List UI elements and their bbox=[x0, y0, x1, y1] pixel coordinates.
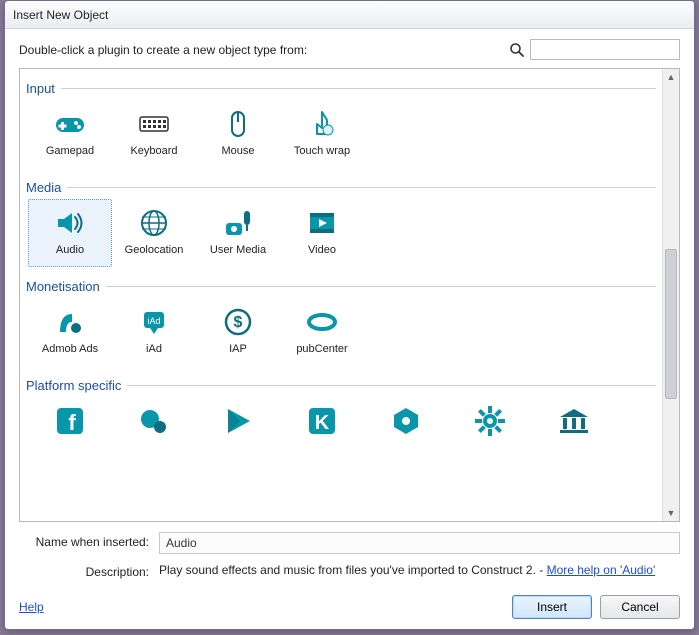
plugin-item[interactable]: K bbox=[280, 397, 364, 465]
category-header[interactable]: Media bbox=[26, 180, 656, 195]
video-icon bbox=[303, 204, 341, 242]
plugin-item[interactable]: Audio bbox=[28, 199, 112, 267]
plugin-label: Audio bbox=[56, 244, 84, 256]
plugin-item[interactable]: Admob Ads bbox=[28, 298, 112, 366]
top-row: Double-click a plugin to create a new ob… bbox=[19, 39, 680, 60]
form-area: Name when inserted: Description: Play so… bbox=[19, 532, 680, 579]
bank-icon bbox=[555, 402, 593, 440]
keyboard-icon bbox=[135, 105, 173, 143]
plugin-item[interactable]: f bbox=[28, 397, 112, 465]
plugin-list-panel: Input Gamepad Keyboard Mouse Touch wrap Media… bbox=[19, 68, 680, 522]
plugin-label: Mouse bbox=[221, 145, 254, 157]
dialog-footer: Help Insert Cancel bbox=[5, 587, 694, 629]
mouse-icon bbox=[219, 105, 257, 143]
category-items: Admob Ads iAd iAd $ IAP pubCenter bbox=[26, 298, 656, 372]
category-items: fK bbox=[26, 397, 656, 471]
svg-text:$: $ bbox=[234, 314, 243, 331]
plugin-label: Geolocation bbox=[125, 244, 184, 256]
gamepad-icon bbox=[51, 105, 89, 143]
svg-text:K: K bbox=[315, 412, 330, 434]
scroll-down-icon[interactable]: ▼ bbox=[663, 505, 679, 521]
play-icon bbox=[219, 402, 257, 440]
plugin-label: Video bbox=[308, 244, 336, 256]
iad-icon: iAd bbox=[135, 303, 173, 341]
search-icon[interactable] bbox=[508, 41, 526, 59]
plugin-item[interactable]: Video bbox=[280, 199, 364, 267]
plugin-label: pubCenter bbox=[296, 343, 347, 355]
facebook-icon: f bbox=[51, 402, 89, 440]
titlebar[interactable]: Insert New Object bbox=[5, 1, 694, 29]
category-title: Monetisation bbox=[26, 279, 100, 294]
dialog-window: Insert New Object Double-click a plugin … bbox=[4, 0, 695, 630]
description-body: Play sound effects and music from files … bbox=[159, 563, 547, 577]
plugin-item[interactable]: $ IAP bbox=[196, 298, 280, 366]
search-input[interactable] bbox=[530, 39, 680, 60]
category-items: Gamepad Keyboard Mouse Touch wrap bbox=[26, 100, 656, 174]
pubcenter-icon bbox=[303, 303, 341, 341]
instruction-text: Double-click a plugin to create a new ob… bbox=[19, 43, 508, 57]
plugin-item[interactable] bbox=[448, 397, 532, 465]
plugin-item[interactable]: Mouse bbox=[196, 100, 280, 168]
plugin-label: Keyboard bbox=[130, 145, 177, 157]
category-title: Media bbox=[26, 180, 61, 195]
plugin-item[interactable] bbox=[364, 397, 448, 465]
name-label: Name when inserted: bbox=[19, 532, 159, 549]
plugin-item[interactable]: User Media bbox=[196, 199, 280, 267]
plugin-item[interactable] bbox=[112, 397, 196, 465]
category-title: Platform specific bbox=[26, 378, 121, 393]
category-header[interactable]: Monetisation bbox=[26, 279, 656, 294]
scrollbar-vertical[interactable]: ▲ ▼ bbox=[662, 69, 679, 521]
admob-icon bbox=[51, 303, 89, 341]
scrollbar-thumb[interactable] bbox=[665, 249, 677, 399]
plugin-item[interactable]: Gamepad bbox=[28, 100, 112, 168]
plugin-label: IAP bbox=[229, 343, 247, 355]
plugin-item[interactable]: Touch wrap bbox=[280, 100, 364, 168]
usermedia-icon bbox=[219, 204, 257, 242]
iap-icon: $ bbox=[219, 303, 257, 341]
name-input[interactable] bbox=[159, 532, 680, 554]
description-text: Play sound effects and music from files … bbox=[159, 562, 680, 579]
plugin-label: Gamepad bbox=[46, 145, 94, 157]
plugin-item[interactable] bbox=[532, 397, 616, 465]
geolocation-icon bbox=[135, 204, 173, 242]
plugin-item[interactable]: Keyboard bbox=[112, 100, 196, 168]
audio-icon bbox=[51, 204, 89, 242]
plugin-scroll-area[interactable]: Input Gamepad Keyboard Mouse Touch wrap Media… bbox=[20, 69, 662, 521]
insert-button[interactable]: Insert bbox=[512, 595, 592, 619]
plugin-label: Admob Ads bbox=[42, 343, 98, 355]
window-title: Insert New Object bbox=[13, 8, 108, 22]
plugin-item[interactable] bbox=[196, 397, 280, 465]
cancel-button[interactable]: Cancel bbox=[600, 595, 680, 619]
category-items: Audio Geolocation User Media Video bbox=[26, 199, 656, 273]
description-label: Description: bbox=[19, 562, 159, 579]
svg-text:f: f bbox=[68, 410, 76, 435]
category-title: Input bbox=[26, 81, 55, 96]
plugin-item[interactable]: iAd iAd bbox=[112, 298, 196, 366]
svg-text:iAd: iAd bbox=[147, 316, 160, 326]
plugin-item[interactable]: Geolocation bbox=[112, 199, 196, 267]
plugin-label: Touch wrap bbox=[294, 145, 350, 157]
k-icon: K bbox=[303, 402, 341, 440]
category-header[interactable]: Input bbox=[26, 81, 656, 96]
help-link[interactable]: Help bbox=[19, 600, 44, 614]
scroll-up-icon[interactable]: ▲ bbox=[663, 69, 679, 85]
gear-icon bbox=[471, 402, 509, 440]
dialog-content: Double-click a plugin to create a new ob… bbox=[5, 29, 694, 587]
touchwrap-icon bbox=[303, 105, 341, 143]
plugin-label: iAd bbox=[146, 343, 162, 355]
hex-icon bbox=[387, 402, 425, 440]
plugin-label: User Media bbox=[210, 244, 266, 256]
category-header[interactable]: Platform specific bbox=[26, 378, 656, 393]
plugin-item[interactable]: pubCenter bbox=[280, 298, 364, 366]
circles-icon bbox=[135, 402, 173, 440]
description-help-link[interactable]: More help on 'Audio' bbox=[547, 563, 656, 577]
